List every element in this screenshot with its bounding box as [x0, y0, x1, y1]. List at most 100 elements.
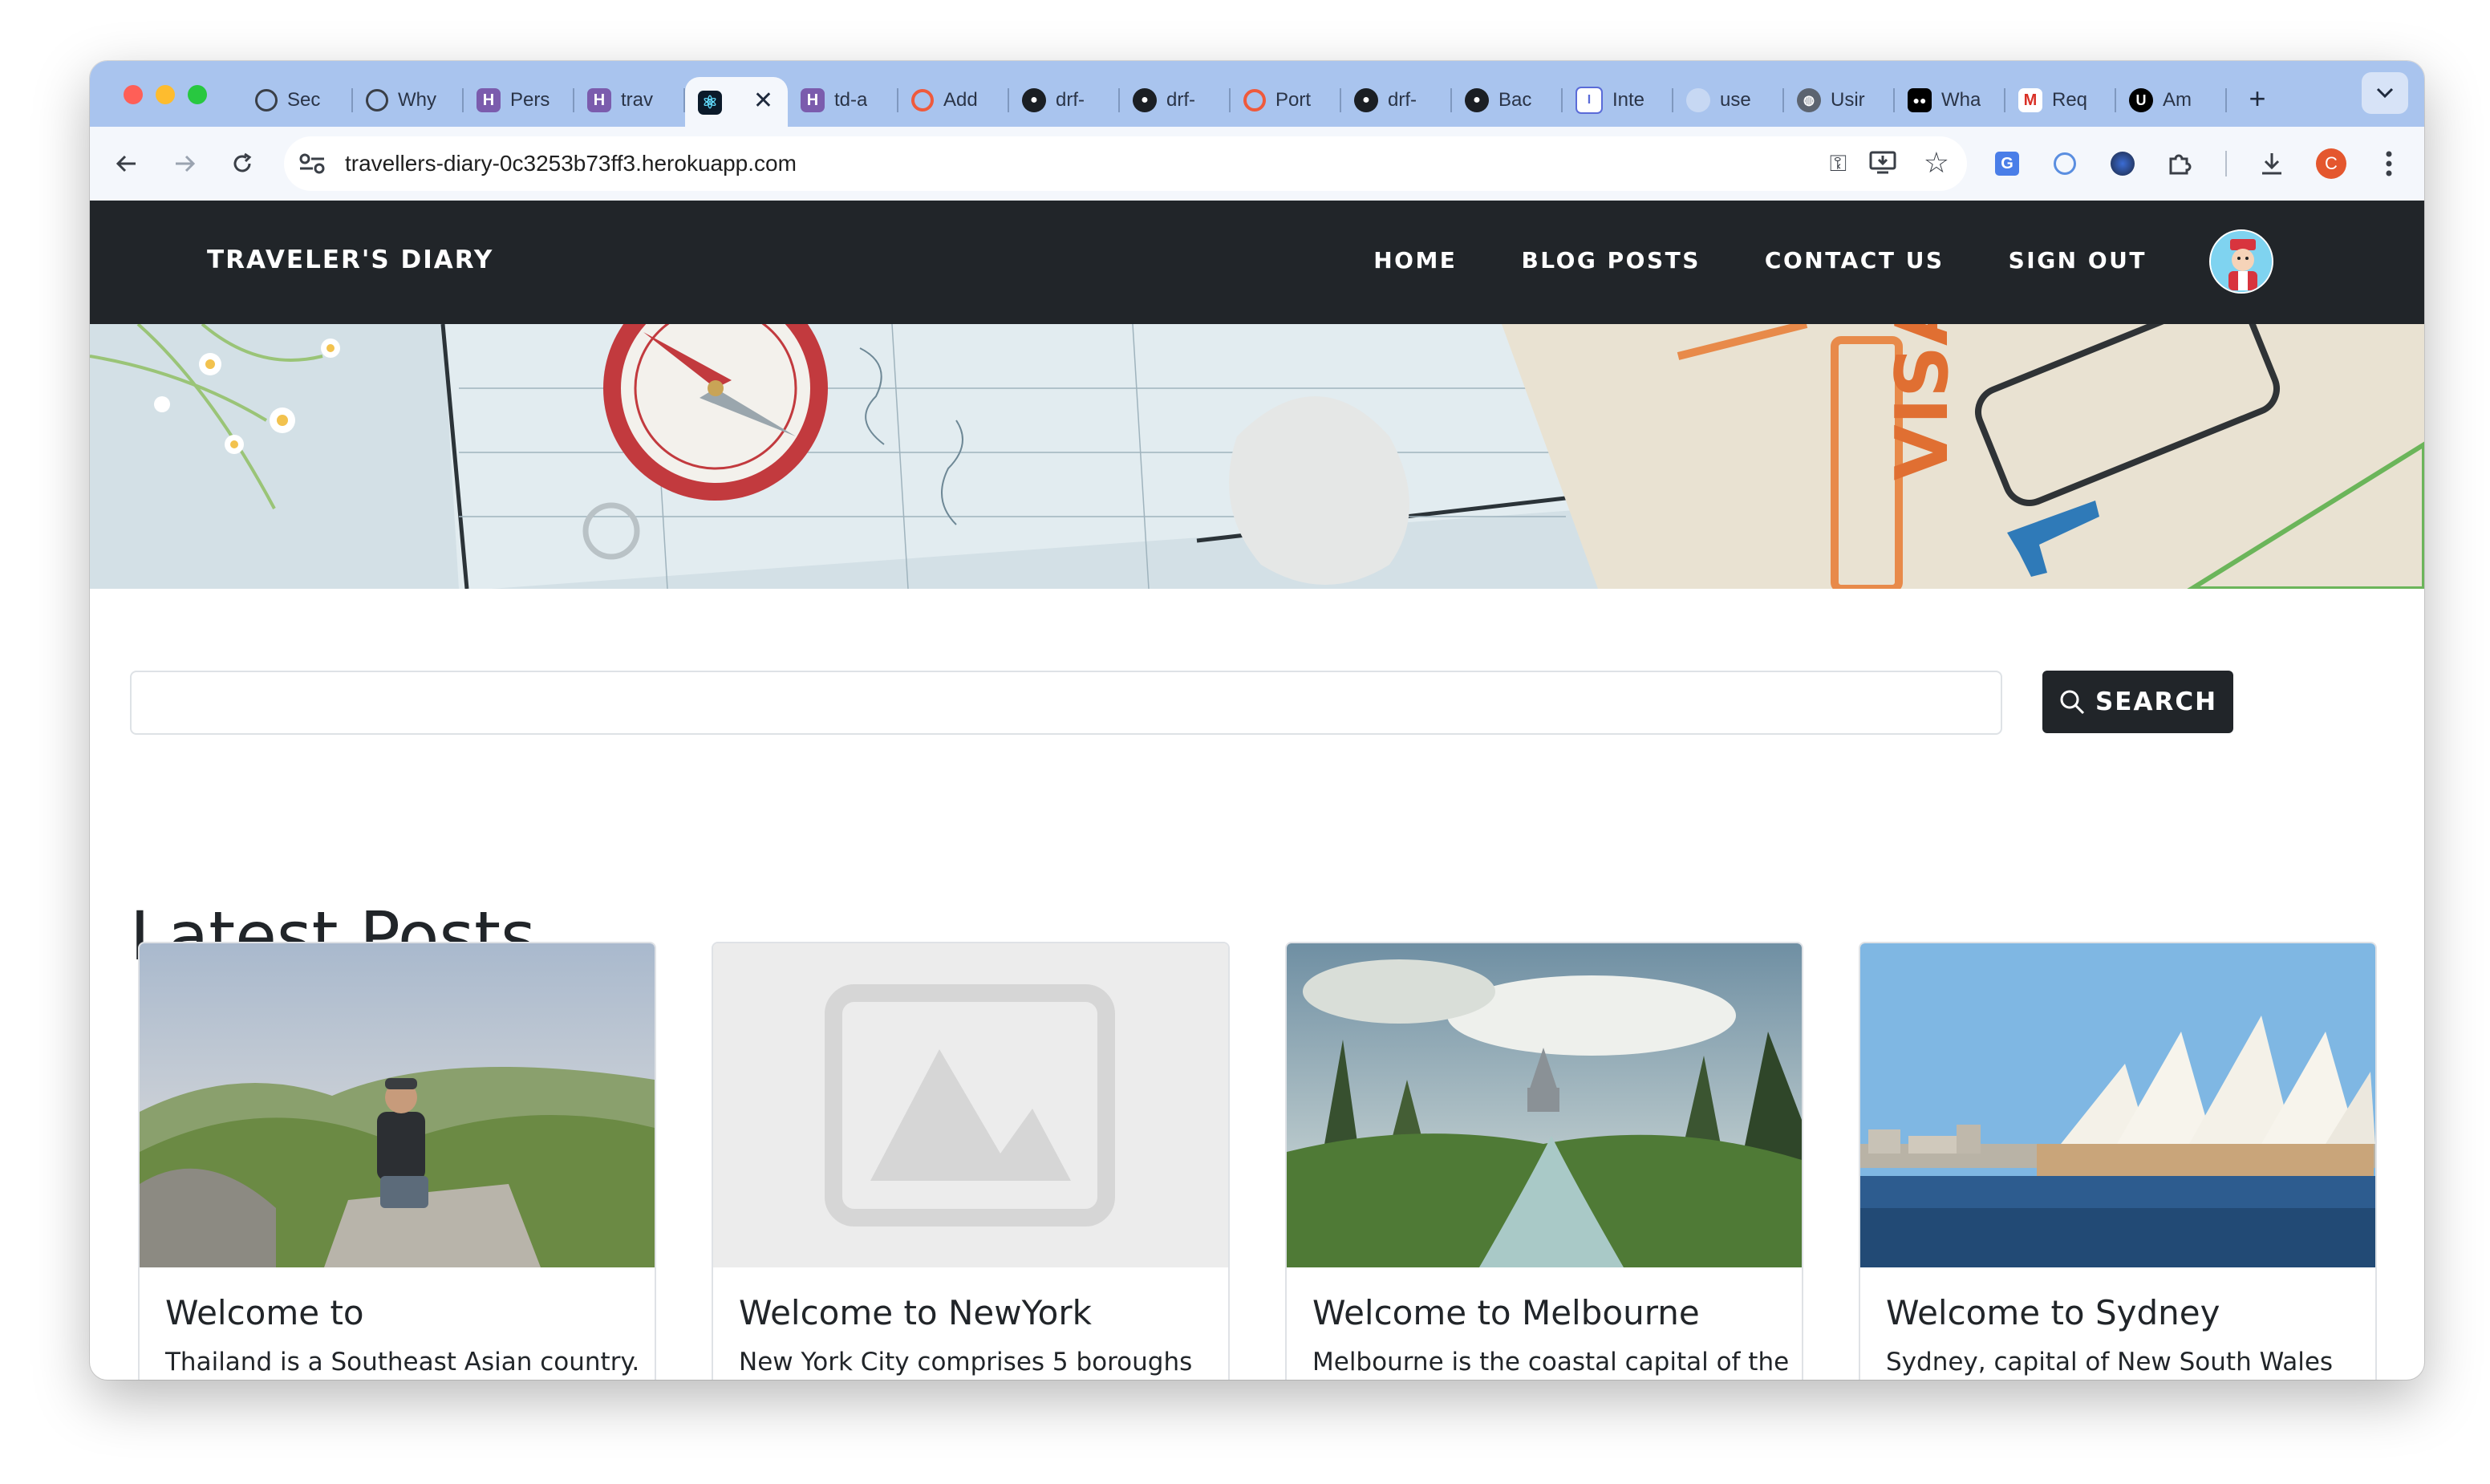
github-icon: ●	[1133, 88, 1157, 112]
tab-12[interactable]: I Inte	[1563, 77, 1673, 124]
close-tab-icon[interactable]: ✕	[753, 87, 773, 115]
new-tab-button[interactable]: +	[2241, 82, 2273, 115]
tab-9[interactable]: Port	[1231, 77, 1341, 124]
tab-8[interactable]: ● drf-	[1120, 77, 1231, 124]
nav-contact-link[interactable]: CONTACT US	[1765, 247, 1945, 274]
post-card[interactable]: Welcome to NewYork New York City compris…	[712, 942, 1230, 1380]
openai-icon	[255, 89, 278, 112]
tab-14[interactable]: ◍ Usir	[1784, 77, 1895, 124]
tab-label: drf-	[1056, 89, 1085, 111]
reload-button[interactable]	[223, 144, 262, 183]
tab-active[interactable]: ⚛ ✕	[685, 77, 788, 128]
tab-label: Req	[2052, 89, 2088, 111]
nav-home-link[interactable]: HOME	[1373, 247, 1457, 274]
site-settings-icon	[299, 153, 325, 174]
extensions-puzzle-icon[interactable]	[2159, 144, 2198, 183]
back-button[interactable]	[107, 144, 146, 183]
search-button[interactable]: SEARCH	[2042, 671, 2233, 733]
forward-button[interactable]	[165, 144, 204, 183]
maximize-window-button[interactable]	[188, 85, 207, 104]
downloads-button[interactable]	[2253, 144, 2291, 183]
extension-dark-icon[interactable]	[2103, 144, 2142, 183]
tab-label: Bac	[1498, 89, 1532, 111]
search-icon	[2060, 690, 2085, 715]
search-button-label: SEARCH	[2095, 687, 2218, 716]
svg-text:VISA: VISA	[1880, 324, 1965, 480]
react-icon: ⚛	[698, 91, 722, 115]
arrow-left-icon	[116, 155, 136, 172]
tool-icon: I	[1576, 87, 1603, 114]
install-app-icon[interactable]	[1869, 149, 1898, 179]
browser-menu-button[interactable]	[2370, 144, 2408, 183]
tab-1[interactable]: Why	[353, 77, 464, 124]
site-navbar: TRAVELER'S DIARY HOME BLOG POSTS CONTACT…	[90, 201, 2424, 324]
post-card[interactable]: Welcome to Melbourne Melbourne is the co…	[1285, 942, 1803, 1380]
heroku-icon: H	[801, 88, 825, 112]
tab-search-button[interactable]	[2362, 72, 2408, 114]
post-excerpt: Sydney, capital of New South Wales	[1886, 1348, 2334, 1377]
post-title: Welcome to Melbourne	[1312, 1293, 1700, 1332]
arrow-right-icon	[176, 155, 196, 172]
tab-list: Sec Why H Pers H trav ⚛ ✕ H td-a Add ● d…	[242, 71, 2273, 128]
blank-icon	[1686, 88, 1710, 112]
post-excerpt: Melbourne is the coastal capital of the	[1312, 1348, 1790, 1377]
key-icon[interactable]: ⚿	[1830, 151, 1847, 177]
translate-extension-icon[interactable]: G	[1988, 144, 2026, 183]
tab-label: Why	[398, 89, 436, 111]
tab-strip: Sec Why H Pers H trav ⚛ ✕ H td-a Add ● d…	[90, 61, 2424, 128]
tab-label: Am	[2163, 89, 2192, 111]
github-icon: ●	[1465, 88, 1489, 112]
hero-banner: VISA	[90, 324, 2424, 589]
post-card[interactable]: Welcome to Thailand is a Southeast Asian…	[138, 942, 656, 1380]
heroku-icon: H	[587, 88, 611, 112]
more-vertical-icon	[2386, 151, 2392, 176]
extension-icon[interactable]	[2046, 144, 2084, 183]
github-icon: ●	[1354, 88, 1378, 112]
post-title: Welcome to	[165, 1293, 364, 1332]
post-excerpt: Thailand is a Southeast Asian country.	[165, 1348, 640, 1377]
nav-signout-link[interactable]: SIGN OUT	[2009, 247, 2147, 274]
ring-icon	[1243, 89, 1266, 112]
tab-10[interactable]: ● drf-	[1341, 77, 1452, 124]
tab-label: trav	[621, 89, 654, 111]
tab-label: drf-	[1166, 89, 1195, 111]
search-input[interactable]	[130, 671, 2002, 735]
site-brand[interactable]: TRAVELER'S DIARY	[207, 245, 493, 274]
tab-16[interactable]: M Req	[2005, 77, 2116, 124]
user-avatar[interactable]	[2209, 229, 2273, 294]
tab-17[interactable]: U Am	[2116, 77, 2227, 124]
profile-button[interactable]: C	[2312, 144, 2350, 183]
heroku-icon: H	[477, 88, 501, 112]
bookmark-star-icon[interactable]: ☆	[1924, 146, 1949, 180]
tab-15[interactable]: ●● Wha	[1895, 77, 2005, 124]
tab-0[interactable]: Sec	[242, 77, 353, 124]
tab-5[interactable]: H td-a	[788, 77, 898, 124]
medium-icon: ●●	[1908, 88, 1932, 112]
tab-label: Sec	[287, 89, 321, 111]
tab-7[interactable]: ● drf-	[1009, 77, 1120, 124]
post-image	[1860, 943, 2375, 1267]
tab-label: Pers	[510, 89, 550, 111]
address-bar[interactable]: travellers-diary-0c3253b73ff3.herokuapp.…	[284, 136, 1967, 191]
tab-2[interactable]: H Pers	[464, 77, 574, 124]
openai-icon	[366, 89, 388, 112]
tab-13[interactable]: use	[1673, 77, 1784, 124]
tab-6[interactable]: Add	[898, 77, 1009, 124]
profile-avatar: C	[2316, 148, 2346, 179]
nav-blog-link[interactable]: BLOG POSTS	[1521, 247, 1700, 274]
minimize-window-button[interactable]	[156, 85, 175, 104]
download-icon	[2262, 153, 2281, 175]
tab-label: Add	[943, 89, 978, 111]
url-text: travellers-diary-0c3253b73ff3.herokuapp.…	[345, 151, 797, 176]
post-title: Welcome to NewYork	[739, 1293, 1092, 1332]
tab-label: Usir	[1831, 89, 1865, 111]
post-card[interactable]: Welcome to Sydney Sydney, capital of New…	[1859, 942, 2377, 1380]
tab-3[interactable]: H trav	[574, 77, 685, 124]
close-window-button[interactable]	[124, 85, 143, 104]
toolbar-divider	[2225, 151, 2227, 176]
placeholder-image-icon	[713, 943, 1228, 1267]
nav-links: HOME BLOG POSTS CONTACT US SIGN OUT	[1373, 247, 2147, 274]
reload-icon	[233, 152, 252, 172]
browser-toolbar: travellers-diary-0c3253b73ff3.herokuapp.…	[90, 127, 2424, 201]
tab-11[interactable]: ● Bac	[1452, 77, 1563, 124]
